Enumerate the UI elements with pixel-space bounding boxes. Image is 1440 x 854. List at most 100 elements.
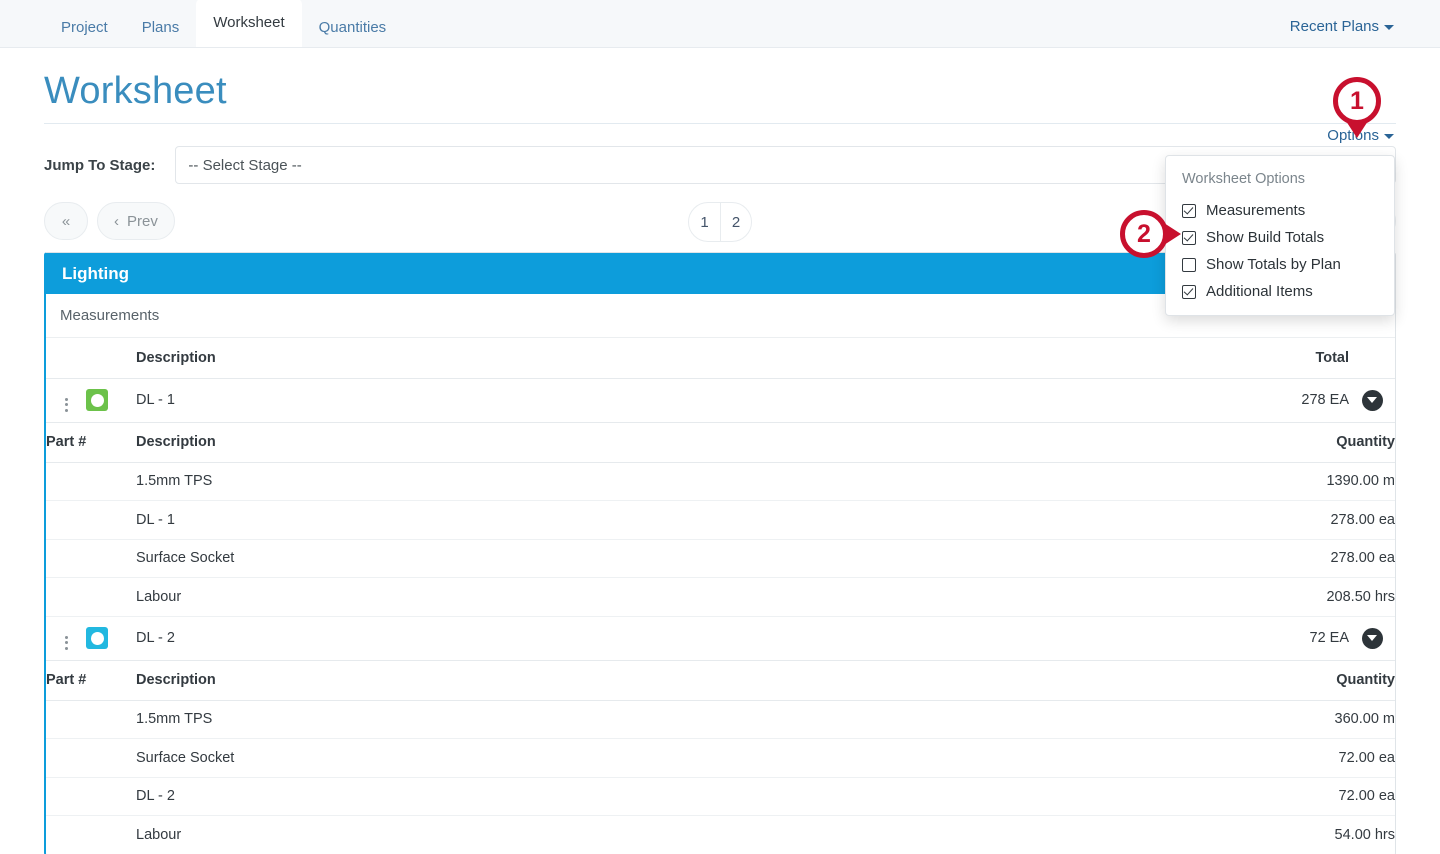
recent-plans-dropdown[interactable]: Recent Plans (1290, 18, 1394, 35)
tab-quantities[interactable]: Quantities (302, 9, 404, 47)
expand-column-header (1349, 338, 1395, 379)
checkbox-checked-icon[interactable] (1182, 230, 1196, 245)
part-number (46, 462, 136, 501)
part-number-column-header: Part # (46, 422, 136, 463)
measurement-name: DL - 2 (136, 616, 743, 661)
part-description: 1.5mm TPS (136, 700, 743, 739)
color-swatch-icon (86, 389, 108, 411)
handle-column-header (46, 338, 86, 379)
part-description: 1.5mm TPS (136, 462, 743, 501)
part-number (46, 500, 136, 540)
part-number (46, 539, 136, 578)
annotation-marker-2: 2 (1120, 210, 1181, 258)
annotation-marker-1: 1 (1333, 77, 1381, 138)
option-additional-items[interactable]: Additional Items (1166, 278, 1394, 305)
chevron-down-circle-icon[interactable] (1361, 627, 1383, 649)
part-description: DL - 1 (136, 500, 743, 540)
measurements-header-row: Description Total (46, 338, 1395, 379)
swatch-column-header (86, 338, 136, 379)
measurement-total: 72 EA (742, 616, 1349, 661)
part-description: DL - 2 (136, 777, 743, 816)
part-row: DL - 1 278.00 ea (46, 500, 1395, 540)
part-quantity: 278.00 ea (742, 500, 1395, 540)
top-navigation-bar: Project Plans Worksheet Quantities Recen… (0, 0, 1440, 48)
parts-header-row: Part # Description Quantity (46, 660, 1395, 701)
row-menu-cell[interactable] (46, 616, 86, 661)
annotation-marker-2-number: 2 (1120, 210, 1168, 258)
chevron-down-icon (1384, 133, 1394, 139)
double-chevron-left-icon: « (61, 212, 71, 230)
page-content: Worksheet Options Jump To Stage: -- Sele… (0, 48, 1440, 854)
part-row: Labour 208.50 hrs (46, 577, 1395, 617)
part-quantity: 72.00 ea (742, 738, 1395, 778)
part-quantity: 360.00 m (742, 700, 1395, 739)
kebab-menu-icon[interactable] (64, 397, 68, 412)
part-row: Labour 54.00 hrs (46, 815, 1395, 854)
color-swatch-icon (86, 627, 108, 649)
measurements-table: Description Total DL - 1 278 EA Part # D… (46, 338, 1395, 854)
swatch-cell (86, 378, 136, 423)
stage-select-value: -- Select Stage -- (188, 156, 302, 174)
chevron-down-circle-icon[interactable] (1361, 389, 1383, 411)
expand-cell[interactable] (1349, 616, 1395, 661)
annotation-pointer-icon (1164, 223, 1181, 245)
part-row: 1.5mm TPS 360.00 m (46, 700, 1395, 739)
part-row: 1.5mm TPS 1390.00 m (46, 462, 1395, 501)
swatch-cell (86, 616, 136, 661)
measurement-row[interactable]: DL - 2 72 EA (46, 616, 1395, 661)
description-column-header: Description (136, 338, 743, 379)
part-description: Surface Socket (136, 738, 743, 778)
page-number-1[interactable]: 1 (689, 203, 720, 241)
annotation-pointer-icon (1346, 121, 1368, 138)
recent-plans-label: Recent Plans (1289, 18, 1379, 35)
part-quantity: 208.50 hrs (742, 577, 1395, 617)
total-column-header: Total (742, 338, 1349, 379)
page-number-group: 1 2 (688, 202, 752, 242)
part-description: Labour (136, 815, 743, 854)
part-row: Surface Socket 278.00 ea (46, 539, 1395, 578)
chevron-left-icon: ‹ (114, 212, 119, 230)
part-quantity: 278.00 ea (742, 539, 1395, 578)
parts-header-row: Part # Description Quantity (46, 422, 1395, 463)
tab-project[interactable]: Project (44, 9, 125, 47)
part-number (46, 700, 136, 739)
option-show-totals-by-plan[interactable]: Show Totals by Plan (1166, 251, 1394, 278)
prev-page-label: Prev (127, 212, 158, 230)
part-number (46, 777, 136, 816)
pagination-left-group: « ‹ Prev (44, 202, 175, 240)
option-measurements[interactable]: Measurements (1166, 197, 1394, 224)
part-description-column-header: Description (136, 660, 743, 701)
tab-worksheet[interactable]: Worksheet (196, 0, 302, 47)
measurement-total: 278 EA (742, 378, 1349, 423)
tab-plans[interactable]: Plans (125, 9, 197, 47)
option-show-build-totals[interactable]: Show Build Totals (1166, 224, 1394, 251)
checkbox-checked-icon[interactable] (1182, 203, 1196, 218)
measurement-name: DL - 1 (136, 378, 743, 423)
part-description-column-header: Description (136, 422, 743, 463)
option-label: Show Build Totals (1206, 229, 1325, 246)
measurement-row[interactable]: DL - 1 278 EA (46, 378, 1395, 423)
page-title: Worksheet (44, 48, 1396, 124)
row-menu-cell[interactable] (46, 378, 86, 423)
part-number (46, 577, 136, 617)
part-quantity: 54.00 hrs (742, 815, 1395, 854)
checkbox-unchecked-icon[interactable] (1182, 257, 1196, 272)
part-row: Surface Socket 72.00 ea (46, 738, 1395, 778)
options-menu-title: Worksheet Options (1182, 171, 1306, 187)
worksheet-options-menu: Worksheet Options Measurements Show Buil… (1165, 155, 1395, 316)
expand-cell[interactable] (1349, 378, 1395, 423)
quantity-column-header: Quantity (742, 422, 1395, 463)
part-number (46, 815, 136, 854)
prev-page-button[interactable]: ‹ Prev (97, 202, 175, 240)
option-label: Show Totals by Plan (1206, 256, 1341, 273)
kebab-menu-icon[interactable] (64, 635, 68, 650)
part-description: Surface Socket (136, 539, 743, 578)
page-number-2[interactable]: 2 (720, 203, 751, 241)
lighting-panel: Lighting XP Actions Measurements Descrip… (44, 252, 1396, 854)
jump-to-stage-label: Jump To Stage: (44, 156, 156, 174)
chevron-down-icon (1384, 24, 1394, 30)
checkbox-checked-icon[interactable] (1182, 284, 1196, 299)
part-row: DL - 2 72.00 ea (46, 777, 1395, 816)
first-page-button[interactable]: « (44, 202, 88, 240)
nav-tabs: Project Plans Worksheet Quantities (44, 0, 403, 47)
